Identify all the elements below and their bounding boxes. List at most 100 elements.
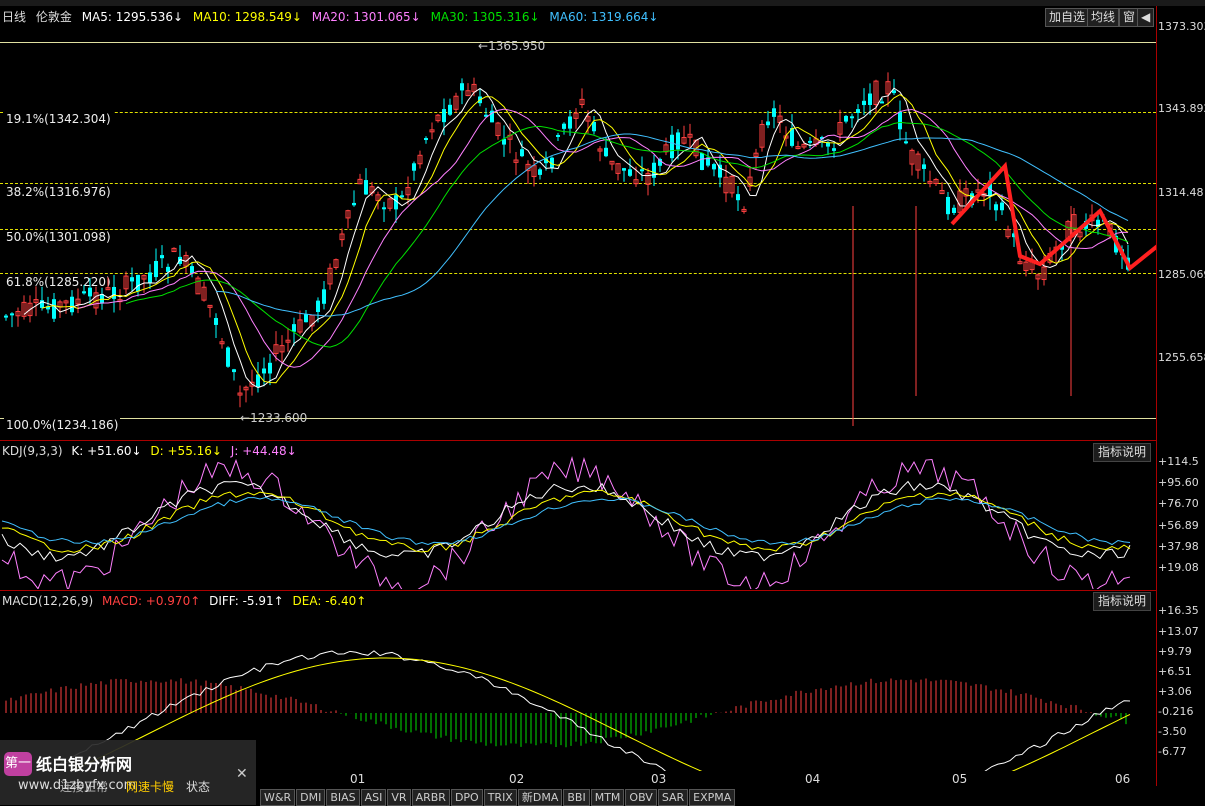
candle-body [82,291,86,294]
tab-wr[interactable]: W&R [260,789,296,806]
candle-body [136,274,140,292]
candle-body [538,169,542,175]
candle-body [448,104,452,115]
macd-tick: +3.06 [1158,685,1192,698]
tab-arbr[interactable]: ARBR [411,789,450,806]
candle-body [712,164,716,170]
candle-body [316,300,320,313]
price-tick: 1314.48 [1158,186,1204,199]
status-speed: 网速卡慢 [126,780,175,794]
price-tick: 1255.658 [1158,351,1205,364]
candle-body [130,277,134,282]
candle-body [10,313,14,316]
ma20-line [77,108,1129,368]
status-connect: 连接正常 [60,780,109,794]
ma30-line [125,121,1129,348]
candle-body [766,121,770,126]
watermark-popup: 第一 纸白银分析网 ✕ www.d1zbyfx.com 连接正常 网速卡慢 状态 [0,740,256,805]
candle-body [154,261,158,278]
x-tick: 02 [509,772,525,786]
tab-dmi[interactable]: DMI [296,789,326,806]
x-tick: 01 [350,772,366,786]
tab-asi[interactable]: ASI [360,789,387,806]
tab-bias[interactable]: BIAS [326,789,360,806]
price-tick: 1343.892 [1158,102,1205,115]
kdj-chart[interactable] [0,441,1156,589]
candle-body [640,169,644,172]
candle-body [424,138,428,141]
candle-body [868,93,872,105]
macd-tick: +9.79 [1158,645,1192,658]
macd-tick: +16.35 [1158,604,1199,617]
watermark-badge: 第一 [4,752,32,776]
candle-body [676,132,680,150]
tab-dpo[interactable]: DPO [450,789,483,806]
macd-tick: +13.07 [1158,625,1199,638]
tab-sar[interactable]: SAR [657,789,689,806]
candle-body [880,101,884,104]
candle-body [160,255,164,259]
kdj-tick: +19.08 [1158,561,1199,574]
candle-body [400,195,404,198]
candle-body [772,108,776,117]
tab-bbi[interactable]: BBI [563,789,590,806]
candle-body [52,299,56,319]
candle-body [262,368,266,374]
candle-body [190,266,194,274]
indicator-tabs: W&R DMI BIAS ASI VR ARBR DPO TRIX 新DMA B… [260,789,736,806]
candle-body [352,202,356,206]
ma10-line [41,94,1129,384]
candle-body [904,141,908,144]
candle-body [112,286,116,299]
x-tick: 06 [1115,772,1131,786]
candle-body [226,347,230,367]
close-icon[interactable]: ✕ [236,766,248,782]
candle-body [520,149,524,157]
candle-body [460,83,464,91]
candle-body [382,207,386,210]
macd-tick: -3.50 [1158,725,1187,738]
candle-body [898,111,902,130]
candle-body [88,287,92,297]
candle-body [628,169,632,176]
candle-body [832,148,836,151]
candle-body [808,140,812,143]
candle-body [946,196,950,215]
x-tick: 05 [952,772,968,786]
tab-mtm[interactable]: MTM [590,789,625,806]
candle-body [364,180,368,195]
candle-body [1000,202,1004,211]
candle-body [304,314,308,323]
tab-trix[interactable]: TRIX [483,789,517,806]
candle-body [556,134,560,137]
kdj-tick: +76.70 [1158,497,1199,510]
candle-body [850,116,854,119]
candlestick-chart[interactable] [0,6,1156,436]
candle-body [148,272,152,283]
kdj-j-line [1,455,1131,589]
price-tick: 1373.303 [1158,20,1205,33]
tab-obv[interactable]: OBV [625,789,657,806]
candle-body [166,266,170,272]
tab-expma[interactable]: EXPMA [689,789,736,806]
x-tick: 03 [651,772,667,786]
candle-body [4,315,8,318]
candle-body [232,369,236,373]
candle-body [214,318,218,325]
candle-body [322,289,326,304]
candle-body [622,168,626,171]
tab-new-dma[interactable]: 新DMA [517,789,563,806]
candle-body [994,204,998,211]
kdj-k-line [1,480,1131,562]
kdj-tick: +114.5 [1158,455,1199,468]
candle-body [856,109,860,113]
macd-tick: -0.216 [1158,705,1194,718]
candle-body [268,362,272,374]
kdj-tick: +95.60 [1158,476,1199,489]
candle-body [922,164,926,169]
watermark-brand: 纸白银分析网 [36,755,133,774]
candle-body [292,324,296,332]
tab-vr[interactable]: VR [387,789,411,806]
candle-body [952,207,956,213]
candle-body [670,134,674,159]
